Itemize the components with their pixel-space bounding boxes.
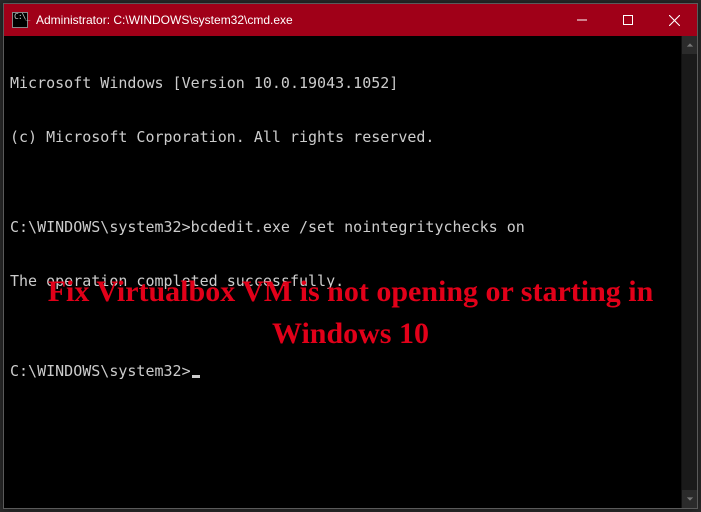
chevron-down-icon [686, 495, 694, 503]
scrollbar[interactable] [681, 36, 697, 508]
close-icon [669, 15, 680, 26]
minimize-button[interactable] [559, 4, 605, 36]
terminal-line: C:\WINDOWS\system32>bcdedit.exe /set noi… [10, 218, 691, 236]
cmd-icon [12, 12, 28, 28]
terminal-line: (c) Microsoft Corporation. All rights re… [10, 128, 691, 146]
scroll-down-button[interactable] [682, 490, 697, 508]
chevron-up-icon [686, 41, 694, 49]
terminal-line: Microsoft Windows [Version 10.0.19043.10… [10, 74, 691, 92]
maximize-icon [623, 15, 633, 25]
titlebar[interactable]: Administrator: C:\WINDOWS\system32\cmd.e… [4, 4, 697, 36]
close-button[interactable] [651, 4, 697, 36]
cursor-icon [192, 375, 200, 378]
terminal-prompt: C:\WINDOWS\system32> [10, 362, 191, 380]
maximize-button[interactable] [605, 4, 651, 36]
scroll-track[interactable] [682, 54, 697, 490]
minimize-icon [577, 15, 587, 25]
cmd-window: Administrator: C:\WINDOWS\system32\cmd.e… [3, 3, 698, 509]
terminal-prompt-line: C:\WINDOWS\system32> [10, 362, 691, 380]
scroll-up-button[interactable] [682, 36, 697, 54]
overlay-caption: Fix Virtualbox VM is not opening or star… [4, 271, 697, 355]
window-controls [559, 4, 697, 36]
terminal-body[interactable]: Microsoft Windows [Version 10.0.19043.10… [4, 36, 697, 508]
window-title: Administrator: C:\WINDOWS\system32\cmd.e… [36, 13, 559, 27]
